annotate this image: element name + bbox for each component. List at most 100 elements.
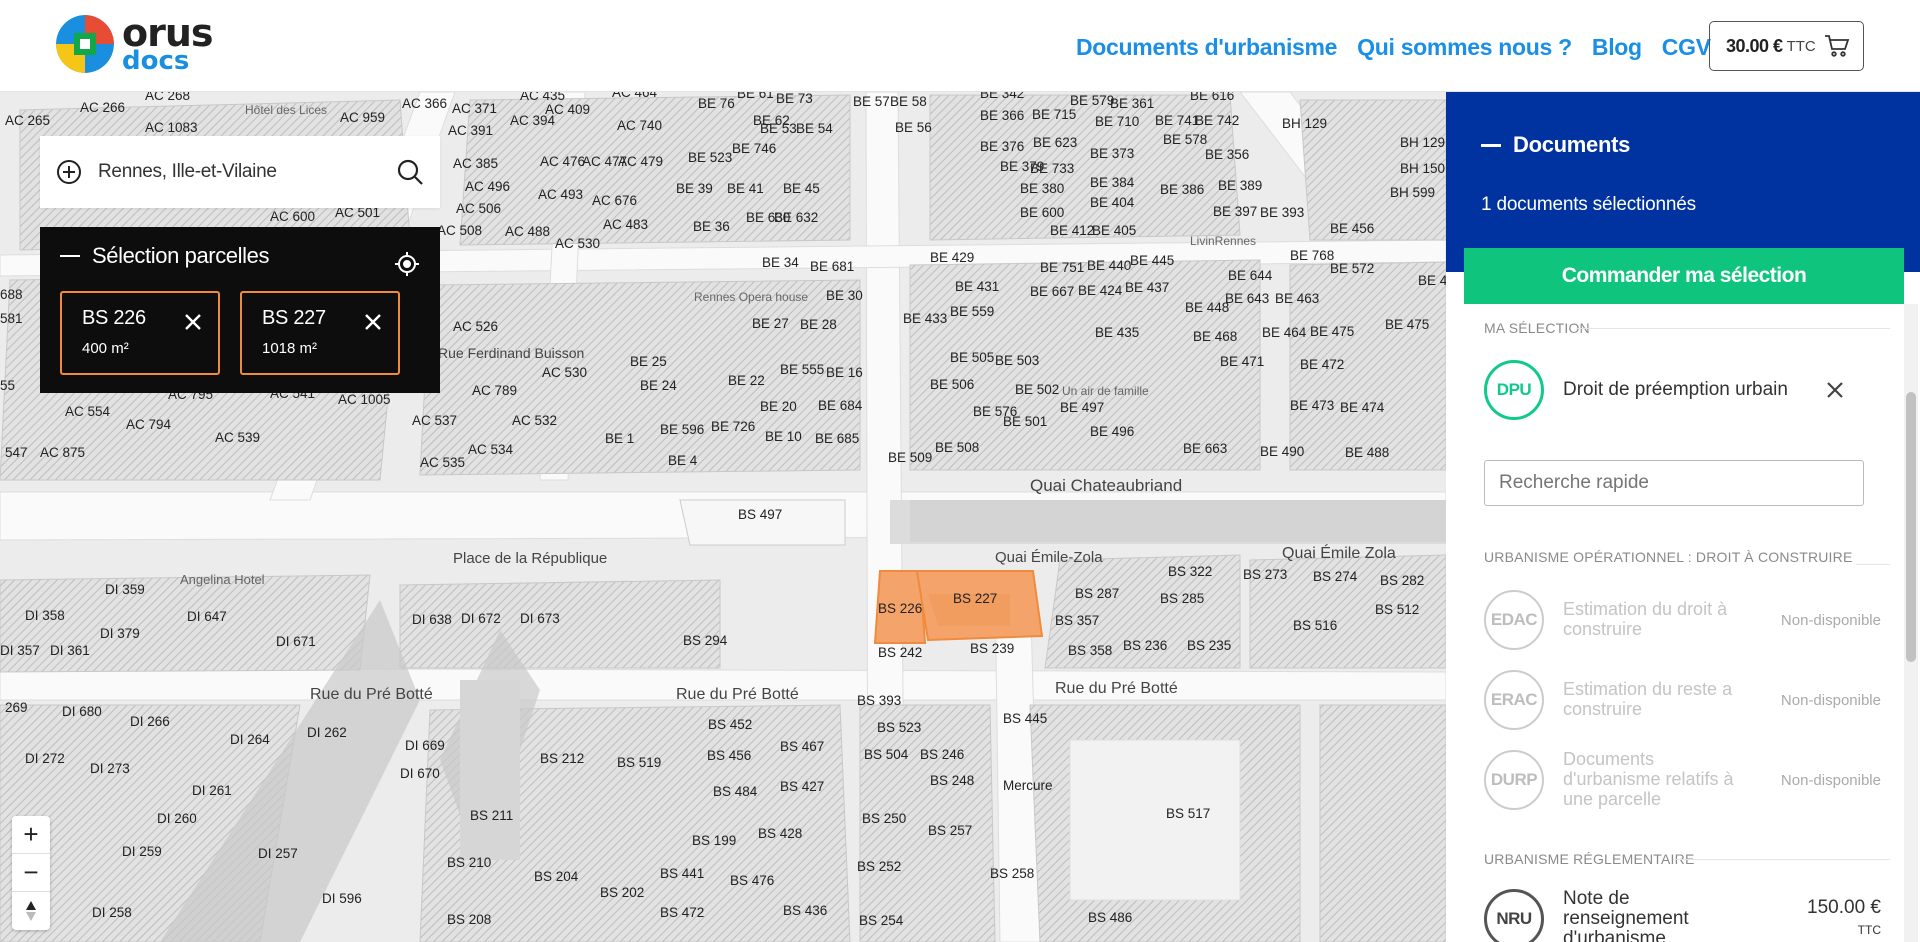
parcel-label: AC 537 <box>412 413 457 428</box>
parcel-label: DI 357 <box>0 643 40 658</box>
panel-scrollbar[interactable] <box>1904 304 1918 942</box>
doc-item-nru[interactable]: NRU Note de renseignement d'urbanisme 15… <box>1484 889 1881 942</box>
order-selection-button[interactable]: Commander ma sélection <box>1464 248 1904 304</box>
parcel-label: AC 1005 <box>338 392 391 407</box>
parcel-label: BS 236 <box>1123 638 1167 653</box>
place-republique: Place de la République <box>453 550 607 567</box>
parcel-label: BS 273 <box>1243 567 1287 582</box>
parcel-label: BS 257 <box>928 823 972 838</box>
poi-opera: Rennes Opera house <box>694 290 808 304</box>
map-canvas[interactable]: AC 268 AC 265 AC 266 AC 1083 AC 959 AC 366 AC … <box>0 92 1446 942</box>
parcel-label: BE 53 <box>760 121 797 136</box>
parcel-label: BE 471 <box>1220 354 1264 369</box>
search-icon[interactable] <box>396 158 424 186</box>
parcel-label: BE 431 <box>955 279 999 294</box>
parcel-label: DI 266 <box>130 714 170 729</box>
parcel-label: DI 669 <box>405 738 445 753</box>
quick-search-input[interactable] <box>1484 460 1864 506</box>
parcel-label: BE 448 <box>1185 300 1229 315</box>
parcel-label: BS 445 <box>1003 711 1047 726</box>
parcel-label: BE 726 <box>711 419 755 434</box>
orus-docs-logo[interactable]: orus docs <box>56 14 214 74</box>
parcel-label: BE 45 <box>783 181 820 196</box>
nav-qui-sommes-nous[interactable]: Qui sommes nous ? <box>1357 34 1572 61</box>
parcel-label: BE 25 <box>630 354 667 369</box>
collapse-icon <box>60 255 80 257</box>
parcel-label: DI 596 <box>322 891 362 906</box>
parcel-label: BE 596 <box>660 422 704 437</box>
parcel-label: BE 644 <box>1228 268 1273 283</box>
parcel-label: AC 268 <box>145 92 190 103</box>
add-circle-icon[interactable] <box>56 159 82 185</box>
locate-icon[interactable] <box>394 251 420 277</box>
parcel-label: AC 371 <box>452 101 497 116</box>
nav-cgv[interactable]: CGV <box>1662 34 1711 61</box>
search-input[interactable]: Rennes, Ille-et-Vilaine <box>98 161 396 183</box>
parcel-label: BE 404 <box>1090 195 1135 210</box>
parcel-label: BE 39 <box>676 181 713 196</box>
remove-parcel-icon[interactable] <box>184 313 202 331</box>
parcel-card-bs-226[interactable]: BS 226 400 m² <box>60 291 220 375</box>
parcel-label: BE 741 <box>1155 113 1199 128</box>
parcel-label: BS 436 <box>783 903 827 918</box>
street-quai-emile-zola-1: Quai Émile-Zola <box>995 549 1103 566</box>
parcel-id: BS 227 <box>262 307 326 329</box>
doc-item-status: Non-disponible <box>1780 691 1881 709</box>
erac-badge: ERAC <box>1484 670 1544 730</box>
parcel-label: BE 464 <box>1262 325 1307 340</box>
parcel-card-bs-227[interactable]: BS 227 1018 m² <box>240 291 400 375</box>
poi-angelina-hotel: Angelina Hotel <box>180 572 265 587</box>
doc-item-label: Documents d'urbanisme relatifs à une par… <box>1563 749 1734 809</box>
parcel-label: DI 273 <box>90 761 130 776</box>
parcel-label: AC 506 <box>456 201 501 216</box>
parcel-label: BE 503 <box>995 353 1039 368</box>
parcel-label: AC 476 <box>540 154 585 169</box>
parcel-label: DI 673 <box>520 611 560 626</box>
parcel-label: BE 58 <box>890 94 927 109</box>
main-nav: Documents d'urbanisme Qui sommes nous ? … <box>1076 34 1731 61</box>
parcel-label: BE 490 <box>1260 444 1304 459</box>
doc-item-edac[interactable]: EDAC Estimation du droit à construire No… <box>1484 590 1881 650</box>
doc-item-durp[interactable]: DURP Documents d'urbanisme relatifs à un… <box>1484 749 1881 810</box>
parcel-label: AC 385 <box>453 156 498 171</box>
parcel-label: AC 600 <box>270 209 315 224</box>
parcel-label: DI 260 <box>157 811 197 826</box>
documents-title: Documents <box>1513 132 1631 157</box>
nav-blog[interactable]: Blog <box>1592 34 1642 61</box>
cart-price: 30.00 € <box>1726 35 1783 56</box>
remove-item-icon[interactable] <box>1826 381 1844 399</box>
parcel-label: AC 959 <box>340 110 385 125</box>
address-search[interactable]: Rennes, Ille-et-Vilaine <box>40 136 440 208</box>
parcel-label: BS 202 <box>600 885 644 900</box>
parcel-label: BE 475 <box>1310 324 1354 339</box>
compass-icon[interactable] <box>12 892 50 930</box>
zoom-out-button[interactable]: − <box>12 854 50 892</box>
parcel-label: BE 600 <box>1020 205 1064 220</box>
parcel-label: DI 379 <box>100 626 140 641</box>
parcel-label: BS 294 <box>683 633 728 648</box>
parcel-label: BS 441 <box>660 866 704 881</box>
parcel-id: BS 226 <box>82 307 146 329</box>
parcel-label: BE 715 <box>1032 107 1076 122</box>
parcel-label: BS 476 <box>730 873 774 888</box>
parcel-label: BE 632 <box>774 210 818 225</box>
remove-parcel-icon[interactable] <box>364 313 382 331</box>
parcel-label: BE 623 <box>1033 135 1077 150</box>
nav-documents-urbanisme[interactable]: Documents d'urbanisme <box>1076 34 1337 61</box>
zoom-in-button[interactable]: + <box>12 816 50 854</box>
parcel-label: BS 248 <box>930 773 974 788</box>
parcel-label: BE 505 <box>950 350 994 365</box>
parcel-label: AC 532 <box>512 413 557 428</box>
parcel-label: AC 554 <box>65 404 111 419</box>
logo-mark-icon <box>56 15 114 73</box>
documents-header: Documents 1 documents sélectionnés <box>1446 92 1920 272</box>
selection-header[interactable]: Sélection parcelles <box>60 243 420 269</box>
cart-button[interactable]: 30.00 € TTC <box>1709 21 1864 71</box>
parcel-label: BS 258 <box>990 866 1034 881</box>
parcel-label: BE 572 <box>1330 261 1374 276</box>
documents-toggle[interactable]: Documents <box>1481 132 1920 158</box>
parcel-label: BE 380 <box>1020 181 1064 196</box>
parcel-label: BE 342 <box>980 92 1024 101</box>
parcel-label: BE 458 <box>1418 273 1446 288</box>
doc-item-erac[interactable]: ERAC Estimation du reste a construire No… <box>1484 670 1881 730</box>
